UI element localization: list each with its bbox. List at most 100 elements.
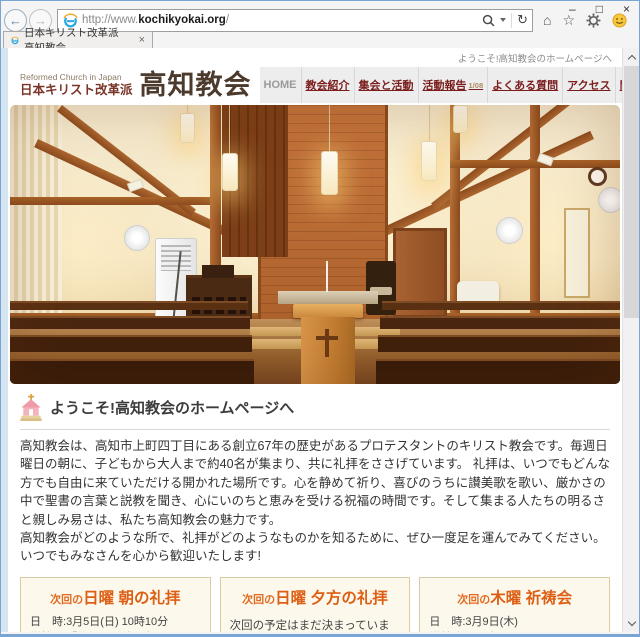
wall-fan: [124, 225, 150, 251]
light-glow: [100, 105, 530, 355]
schedule-row: 讃美歌:322番: [429, 630, 600, 632]
pulpit-cross: [325, 329, 329, 357]
schedule-row: 日 時:3月9日(木): [429, 614, 600, 631]
wall-clock: [588, 167, 607, 186]
schedule-row: 日 時:3月5日(日) 10時10分: [30, 614, 201, 631]
lamp-cord: [429, 105, 430, 143]
pulpit-top: [293, 304, 363, 318]
dark-slat-panel: [222, 105, 288, 257]
logo-english-line: Reformed Church in Japan: [20, 73, 133, 83]
close-button[interactable]: ×: [620, 2, 633, 16]
chair-cushion: [370, 287, 392, 295]
tab-close-icon[interactable]: ×: [139, 34, 145, 46]
welcome-note: ようこそ!高知教会のホームページへ: [8, 48, 622, 66]
refresh-icon[interactable]: ↻: [517, 12, 528, 28]
organ-panel: [192, 297, 246, 314]
side-chair: [366, 261, 396, 315]
ac-unit: [155, 238, 197, 318]
pew-row: [376, 359, 620, 384]
scroll-up-button[interactable]: [623, 48, 640, 65]
pendant-lamp: [222, 153, 238, 191]
pew-row: [382, 301, 620, 310]
wall-fan: [598, 187, 620, 213]
communion-ledge: [278, 291, 378, 304]
scrollbar-thumb[interactable]: [624, 66, 639, 318]
pew-row: [378, 335, 620, 352]
lamp-cord: [229, 105, 230, 155]
ie-favicon: [11, 35, 19, 46]
light-glow: [440, 135, 620, 335]
wood-rail: [10, 197, 210, 205]
main-nav: HOME 教会紹介 集会と活動 活動報告1/08 よくある質問 アクセス 問い合…: [260, 67, 622, 103]
pew-row: [10, 301, 248, 310]
heading-row: ようこそ!高知教会のホームページへ: [20, 390, 610, 430]
window-controls: – □ ×: [566, 2, 633, 16]
box-title-prefix: 次回の: [457, 594, 490, 606]
wood-post: [450, 105, 460, 319]
pew-row: [10, 359, 254, 384]
url-text: http://www.kochikyokai.org/: [82, 14, 482, 26]
pulpit: [301, 317, 355, 384]
nav-item-meetings[interactable]: 集会と活動: [354, 67, 418, 103]
tab-kochi-church[interactable]: 日本キリスト改革派 高知教会... ×: [3, 31, 153, 48]
wall-panel: [564, 208, 590, 298]
pew-row: [380, 316, 620, 329]
nav-item-home[interactable]: HOME: [260, 67, 301, 103]
church-interior-photo: [10, 105, 620, 384]
logo-denomination: 日本キリスト改革派: [20, 83, 133, 97]
schedule-boxes: 次回の日曜 朝の礼拝 日 時:3月5日(日) 10時10分 説教題:「信仰こそ神…: [8, 566, 622, 632]
chancel-step: [236, 339, 412, 349]
wood-post: [210, 105, 221, 317]
nav-item-access[interactable]: アクセス: [562, 67, 614, 103]
lamp-cord: [187, 105, 188, 115]
nav-item-about[interactable]: 教会紹介: [301, 67, 354, 103]
intro-paragraph-1: 高知教会は、高知市上町四丁目にある創立67年の歴史があるプロテスタントのキリスト…: [20, 437, 610, 529]
wainscot-rail: [384, 313, 620, 320]
scroll-down-button[interactable]: [623, 615, 640, 632]
page-content: ようこそ!高知教会のホームページへ Reformed Church in Jap…: [8, 48, 622, 632]
wainscot-rail: [10, 313, 260, 320]
wood-post: [530, 105, 540, 323]
nav-reports-badge: 1/08: [469, 81, 484, 90]
chancel-wood-panel: [258, 105, 388, 352]
intro-paragraph-2: 高知教会がどのような所で、礼拝がどのようなものかを知るために、ぜひ一度足を運んで…: [20, 529, 610, 566]
pendant-lamp: [421, 141, 437, 181]
vertical-scrollbar[interactable]: [622, 48, 639, 632]
side-door: [393, 228, 447, 318]
nav-item-faq[interactable]: よくある質問: [487, 67, 562, 103]
tab-bar: 日本キリスト改革派 高知教会... ×: [1, 31, 639, 48]
wood-rail: [450, 160, 620, 168]
wall-spotlight: [127, 179, 144, 193]
page-title: ようこそ!高知教会のホームページへ: [50, 397, 294, 418]
curtain: [10, 105, 62, 343]
main-section: ようこそ!高知教会のホームページへ 高知教会は、高知市上町四丁目にある創立67年…: [8, 384, 622, 566]
box-thursday-prayer-meeting: 次回の木曜 祈祷会 日 時:3月9日(木) 讃美歌:322番 解 説:小澤寿輔 …: [419, 577, 610, 632]
pendant-lamp: [453, 105, 468, 133]
box-title-prefix: 次回の: [50, 594, 83, 606]
box-title: 次回の木曜 祈祷会: [429, 586, 600, 608]
chevron-down-icon[interactable]: [500, 18, 506, 22]
nav-item-contact[interactable]: 問い合わせ: [615, 67, 622, 103]
mic-stand: [172, 251, 181, 321]
site-header: Reformed Church in Japan 日本キリスト改革派 高知教会 …: [8, 66, 622, 103]
no-schedule-note: 次回の予定はまだ決まっていません: [230, 617, 401, 632]
ac-grill: [161, 245, 191, 271]
box-title-main: 日曜 夕方の礼拝: [275, 590, 388, 607]
home-icon[interactable]: ⌂: [543, 13, 551, 27]
minimize-button[interactable]: –: [566, 2, 579, 16]
box-title-main: 日曜 朝の礼拝: [83, 590, 180, 607]
chevron-up-icon: [627, 54, 635, 62]
pendant-lamp: [321, 151, 338, 195]
wood-beam: [57, 105, 196, 216]
search-icon[interactable]: [482, 14, 495, 27]
browser-window: – □ × ← → http://www.kochikyokai.org/: [0, 0, 640, 637]
church-icon: [20, 394, 42, 421]
nav-item-reports[interactable]: 活動報告1/08: [418, 67, 488, 103]
site-logo[interactable]: Reformed Church in Japan 日本キリスト改革派 高知教会: [20, 72, 252, 99]
wood-beam: [431, 105, 570, 210]
maximize-button[interactable]: □: [593, 2, 606, 16]
covered-table: [457, 281, 499, 303]
wall-spotlight: [537, 153, 554, 167]
pulpit-cross: [316, 336, 338, 340]
box-title-main: 木曜 祈祷会: [490, 590, 572, 607]
